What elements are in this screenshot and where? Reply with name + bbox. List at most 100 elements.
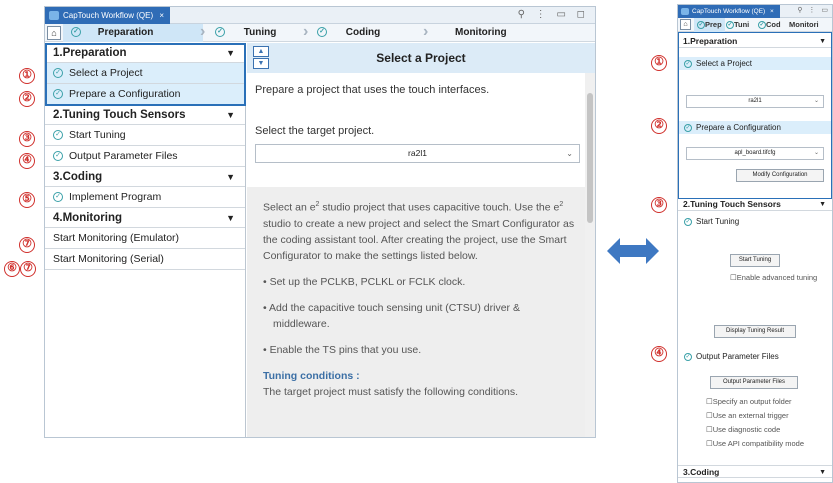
main-panel: ▲ ▼ Select a Project Prepare a project t… [247,43,595,437]
item-label: Select a Project [696,59,753,68]
enable-advanced-checkbox[interactable]: ☐Enable advanced tuning [730,273,817,282]
caret-down-icon: ▼ [226,48,235,58]
section-label: 1.Preparation [53,47,127,59]
config-select-value: apl_board.tifcfg [734,150,776,156]
check-circle-icon: ✓ [684,352,692,361]
section-coding[interactable]: 3.Coding ▼ [45,167,245,187]
chevron-separator-icon: › [423,23,429,40]
page-title: Select a Project [376,51,466,65]
project-select-value: ra2l1 [408,148,427,158]
caret-down-icon: ▼ [819,201,826,208]
section-tuning[interactable]: 2.Tuning Touch Sensors ▼ [45,105,245,125]
caret-down-icon: ▼ [226,213,235,223]
check-circle-icon: ✓ [684,59,692,68]
flow-step-tuning[interactable]: ✓ Tuning [203,24,303,42]
double-arrow-icon [607,238,659,264]
tab-title: CapTouch Workflow (QE) [63,11,154,20]
target-label: Select the target project. [255,125,375,137]
section-coding[interactable]: 3.Coding ▼ [678,465,832,478]
item-select-project[interactable]: ✓ Select a Project [678,57,832,70]
callout-3: ③ [19,131,35,147]
check-circle-icon: ✓ [53,192,63,203]
sidebar-item-start-tuning[interactable]: ✓ Start Tuning [45,125,245,146]
project-select-value: ra2l1 [748,98,762,104]
config-select[interactable]: apl_board.tifcfg ⌄ [686,147,824,160]
project-select[interactable]: ra2l1 ⌄ [255,144,580,163]
section-preparation[interactable]: 1.Preparation ▼ [45,43,245,63]
callout-6-7: ⑥ ⑦ [4,261,36,277]
section-label: 2.Tuning Touch Sensors [683,199,781,209]
callout-7b: ⑦ [20,261,36,277]
item-label: Start Tuning [69,129,126,141]
chevron-up-icon[interactable]: ▲ [253,46,269,57]
sidebar-item-monitor-emulator[interactable]: Start Monitoring (Emulator) [45,228,245,249]
home-icon[interactable]: ⌂ [47,26,61,40]
section-label: 4.Monitoring [53,212,122,224]
check-circle-icon: ✓ [726,21,734,30]
workflow-tab[interactable]: CapTouch Workflow (QE) × [45,7,171,24]
display-tuning-result-button[interactable]: Display Tuning Result [714,325,796,338]
tuning-conditions-heading: Tuning conditions : [263,369,360,382]
window-controls[interactable]: ⚲ ⋮ ▭ [797,6,830,14]
external-trigger-checkbox[interactable]: ☐Use an external trigger [706,411,789,420]
modify-configuration-button[interactable]: Modify Configuration [736,169,824,182]
sidebar-item-select-project[interactable]: ✓ Select a Project [45,63,245,84]
api-compat-checkbox[interactable]: ☐Use API compatibility mode [706,439,804,448]
check-circle-icon: ✓ [53,130,63,141]
item-label: Output Parameter Files [696,352,779,361]
flow-step-coding[interactable]: ✓ Coding [307,24,417,42]
check-circle-icon: ✓ [684,217,692,226]
output-parameter-files-button[interactable]: Output Parameter Files [710,376,798,389]
project-select[interactable]: ra2l1 ⌄ [686,95,824,108]
callout-2: ② [19,91,35,107]
title-bar: CapTouch Workflow (QE) × ⚲ ⋮ ▭ ◻ [45,7,595,24]
intro-text: Prepare a project that uses the touch in… [255,84,490,96]
vertical-scrollbar[interactable] [585,73,595,437]
scroll-thumb[interactable] [587,93,593,223]
caret-down-icon: ▼ [819,38,826,45]
tab-close-icon[interactable]: × [159,11,164,20]
callout-r4: ④ [651,346,667,362]
output-folder-checkbox[interactable]: ☐Specify an output folder [706,397,792,406]
callout-7: ⑦ [19,237,35,253]
flow-step-preparation[interactable]: ✓Prep [694,18,725,32]
workflow-panel-narrow: CapTouch Workflow (QE) × ⚲ ⋮ ▭ ⌂ ✓Prep ✓… [677,4,833,483]
captouch-logo-icon [681,8,689,15]
description-text: Select an e2 studio project that uses ca… [263,201,575,262]
item-output-params[interactable]: ✓ Output Parameter Files [678,350,832,363]
item-label: Implement Program [69,191,162,203]
flow-step-monitoring[interactable]: Monitori [789,18,819,32]
section-tuning[interactable]: 2.Tuning Touch Sensors ▼ [678,198,832,211]
flow-step-monitoring[interactable]: Monitoring [455,24,585,42]
flow-step-coding[interactable]: ✓Cod [758,18,781,32]
main-header: ▲ ▼ Select a Project [247,43,595,73]
chevron-down-icon[interactable]: ▼ [253,58,269,69]
section-preparation[interactable]: 1.Preparation ▼ [678,35,832,48]
sidebar-item-implement-program[interactable]: ✓ Implement Program [45,187,245,208]
captouch-logo-icon [49,11,59,20]
sidebar-item-prepare-config[interactable]: ✓ Prepare a Configuration [45,84,245,105]
diagnostic-code-checkbox[interactable]: ☐Use diagnostic code [706,425,780,434]
check-circle-icon: ✓ [215,27,225,38]
check-circle-icon: ✓ [71,27,81,38]
check-circle-icon: ✓ [684,123,692,132]
flow-step-label: Tuning [243,27,277,38]
section-label: 3.Coding [53,171,103,183]
flow-step-preparation[interactable]: ✓ Preparation [63,24,203,42]
item-label: Prepare a Configuration [69,88,181,100]
callout-1: ① [19,68,35,84]
tab-title: CapTouch Workflow (QE) [692,8,766,15]
flow-step-tuning[interactable]: ✓Tuni [726,18,749,32]
section-monitoring[interactable]: 4.Monitoring ▼ [45,208,245,228]
sidebar-item-output-params[interactable]: ✓ Output Parameter Files [45,146,245,167]
sidebar-item-monitor-serial[interactable]: Start Monitoring (Serial) [45,249,245,270]
callout-6: ⑥ [4,261,20,277]
window-controls[interactable]: ⚲ ⋮ ▭ ◻ [518,9,589,20]
start-tuning-button[interactable]: Start Tuning [730,254,780,267]
home-icon[interactable]: ⌂ [680,19,691,30]
caret-down-icon: ▼ [819,469,826,476]
workflow-tab[interactable]: CapTouch Workflow (QE) × [678,5,780,18]
item-prepare-config[interactable]: ✓ Prepare a Configuration [678,121,832,134]
tab-close-icon[interactable]: × [770,8,774,15]
item-start-tuning[interactable]: ✓ Start Tuning [678,215,832,228]
